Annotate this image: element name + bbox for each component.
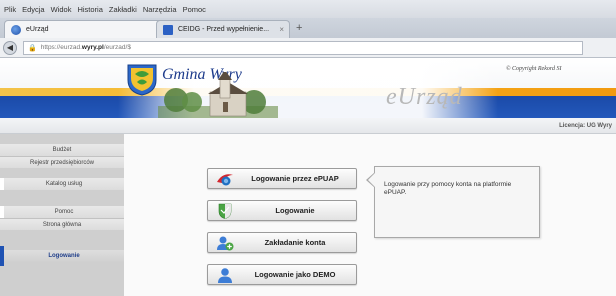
sidebar-item-business-register[interactable]: Rejestr przedsiębiorców (0, 156, 124, 168)
sidebar-item-label: Pomoc (54, 209, 74, 215)
menu-help[interactable]: Pomoc (183, 5, 206, 14)
sidebar-item-label: Budżet (52, 147, 72, 153)
ceidg-icon (163, 24, 173, 35)
info-box (374, 166, 540, 238)
address-field[interactable]: 🔒 https://eurzad. wyry.pl/eurzad/$ (23, 40, 583, 55)
menu-file[interactable]: Plik (4, 5, 16, 14)
main-content (124, 134, 616, 296)
license-bar: Licencja: UG Wyry (0, 118, 616, 134)
button-label: Zakładanie konta (264, 238, 326, 247)
create-account-button[interactable]: Zakładanie konta (207, 232, 357, 253)
url-prefix: https://eurzad. (40, 44, 82, 51)
sidebar-item-label: Rejestr przedsiębiorców (29, 159, 95, 166)
close-icon[interactable]: × (279, 25, 284, 34)
menu-history[interactable]: Historia (77, 5, 102, 14)
app-title: eUrząd (386, 84, 463, 110)
sidebar-item-label: Logowanie (48, 253, 80, 259)
sidebar-item-help[interactable]: Pomoc (4, 206, 124, 218)
menu-bookmarks[interactable]: Zakładki (109, 5, 137, 14)
menu-view[interactable]: Widok (51, 5, 72, 14)
new-tab-button[interactable]: + (296, 22, 302, 34)
url-domain: wyry.pl (81, 44, 104, 51)
login-button[interactable]: Logowanie (207, 200, 357, 221)
button-label: Logowanie jako DEMO (254, 270, 336, 279)
button-label: Logowanie (275, 206, 315, 215)
info-text: Logowanie przy pomocy konta na platformi… (384, 181, 512, 197)
sidebar-item-home[interactable]: Strona główna (0, 218, 124, 230)
sidebar-item-login[interactable]: Logowanie (4, 250, 124, 262)
tab-label: CEIDG - Przed wypełnienie... (178, 26, 270, 33)
church-illustration (158, 72, 278, 118)
login-demo-button[interactable]: Logowanie jako DEMO (207, 264, 357, 285)
sidebar-item-label: Katalog usług (45, 181, 83, 187)
login-epuap-button[interactable]: Logowanie przez ePUAP (207, 168, 357, 189)
tab-label: eUrząd (26, 26, 49, 33)
coat-of-arms-logo (127, 64, 157, 96)
add-user-icon (217, 236, 234, 251)
sidebar-item-budget[interactable]: Budżet (0, 144, 124, 156)
license-text: Licencja: UG Wyry (559, 122, 612, 129)
browser-tabstrip: eUrząd × CEIDG - Przed wypełnienie... × … (0, 18, 616, 38)
url-suffix: /eurzad/$ (103, 44, 131, 51)
lock-icon: 🔒 (28, 44, 37, 52)
back-button[interactable]: ◀ (3, 40, 17, 55)
tooltip-arrow-fill (368, 173, 375, 187)
arrow-left-icon: ◀ (6, 43, 14, 52)
menu-edit[interactable]: Edycja (22, 5, 45, 14)
button-label: Logowanie przez ePUAP (251, 174, 339, 183)
sidebar-item-service-catalog[interactable]: Katalog usług (4, 178, 124, 190)
browser-urlbar: ◀ 🔒 https://eurzad. wyry.pl/eurzad/$ (0, 38, 616, 58)
user-icon (218, 268, 232, 283)
tab-ceidg[interactable]: CEIDG - Przed wypełnienie... × (156, 20, 290, 38)
shield-icon (218, 203, 232, 219)
copyright-text: © Copyright Rekord SI (506, 66, 562, 72)
sidebar-item-label: Strona główna (42, 221, 82, 228)
globe-icon (11, 24, 21, 35)
epuap-logo-icon (217, 174, 233, 186)
menu-tools[interactable]: Narzędzia (143, 5, 177, 14)
browser-menubar: Plik Edycja Widok Historia Zakładki Narz… (0, 0, 616, 18)
